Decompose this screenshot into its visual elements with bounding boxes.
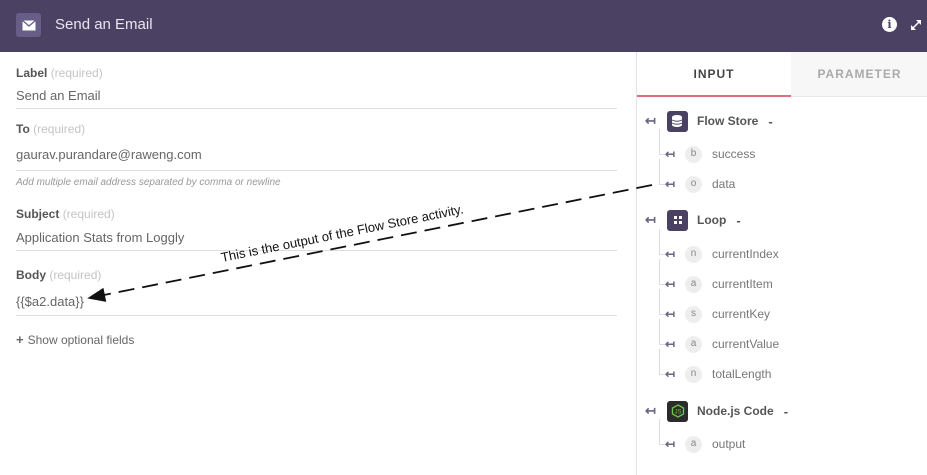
show-optional-fields-link[interactable]: + Show optional fields bbox=[16, 332, 134, 347]
required-tag: (required) bbox=[49, 268, 102, 282]
item-name: success bbox=[712, 147, 756, 161]
header-bar: Send an Email i bbox=[0, 0, 927, 52]
map-arrow-icon: ↤ bbox=[645, 113, 656, 128]
collapse-toggle[interactable]: - bbox=[784, 404, 788, 419]
panel-tabs: INPUT PARAMETER bbox=[637, 52, 927, 97]
type-badge: o bbox=[685, 176, 702, 193]
item-name: currentIndex bbox=[712, 247, 779, 261]
map-arrow-icon: ↤ bbox=[665, 437, 676, 451]
map-arrow-icon: ↤ bbox=[645, 212, 656, 227]
collapse-toggle[interactable]: - bbox=[768, 114, 772, 129]
plus-icon: + bbox=[16, 332, 24, 347]
loop-grid-icon bbox=[667, 209, 688, 231]
label-field: Label (required) Send an Email bbox=[16, 66, 617, 109]
tab-input[interactable]: INPUT bbox=[637, 52, 791, 97]
envelope-icon bbox=[16, 13, 41, 37]
type-badge: a bbox=[685, 336, 702, 353]
to-field: To (required) gaurav.purandare@raweng.co… bbox=[16, 122, 617, 188]
required-tag: (required) bbox=[62, 207, 115, 221]
body-field: Body (required) {{$a2.data}} bbox=[16, 268, 617, 316]
item-name: currentItem bbox=[712, 277, 773, 291]
map-arrow-icon: ↤ bbox=[645, 403, 656, 418]
info-icon[interactable]: i bbox=[882, 17, 897, 32]
form-panel: Label (required) Send an Email To (requi… bbox=[0, 52, 636, 475]
type-badge: a bbox=[685, 436, 702, 453]
tree-node-loop[interactable]: ↤ Loop - bbox=[645, 209, 741, 231]
field-label: Body bbox=[16, 268, 46, 282]
field-label: Label bbox=[16, 66, 48, 80]
subject-field: Subject (required) Application Stats fro… bbox=[16, 207, 617, 251]
node-name: Flow Store bbox=[697, 114, 759, 128]
svg-text:JS: JS bbox=[674, 410, 681, 416]
type-badge: s bbox=[685, 306, 702, 323]
item-name: totalLength bbox=[712, 367, 772, 381]
map-arrow-icon: ↤ bbox=[665, 367, 676, 381]
type-badge: n bbox=[685, 366, 702, 383]
nodejs-icon: JS bbox=[667, 400, 688, 422]
required-tag: (required) bbox=[50, 66, 103, 80]
type-badge: a bbox=[685, 276, 702, 293]
database-icon bbox=[667, 110, 688, 132]
subject-input[interactable]: Application Stats from Loggly bbox=[16, 230, 617, 251]
type-badge: b bbox=[685, 146, 702, 163]
to-input[interactable]: gaurav.purandare@raweng.com bbox=[16, 147, 617, 171]
field-label: Subject bbox=[16, 207, 60, 221]
map-arrow-icon: ↤ bbox=[665, 177, 676, 191]
item-name: currentKey bbox=[712, 307, 771, 321]
input-panel: INPUT PARAMETER ↤ Flow Store - ↤ b succe… bbox=[636, 52, 927, 475]
node-name: Node.js Code bbox=[697, 404, 774, 418]
window-title: Send an Email bbox=[55, 16, 153, 33]
expand-icon[interactable] bbox=[909, 18, 923, 32]
to-hint: Add multiple email address separated by … bbox=[16, 177, 281, 188]
field-label: To bbox=[16, 122, 30, 136]
body-input[interactable]: {{$a2.data}} bbox=[16, 294, 617, 316]
node-name: Loop bbox=[697, 213, 727, 227]
required-tag: (required) bbox=[33, 122, 86, 136]
collapse-toggle[interactable]: - bbox=[736, 213, 740, 228]
type-badge: n bbox=[685, 246, 702, 263]
item-name: currentValue bbox=[712, 337, 780, 351]
item-name: output bbox=[712, 437, 746, 451]
tab-parameter[interactable]: PARAMETER bbox=[791, 52, 927, 97]
item-name: data bbox=[712, 177, 736, 191]
label-input[interactable]: Send an Email bbox=[16, 88, 617, 109]
